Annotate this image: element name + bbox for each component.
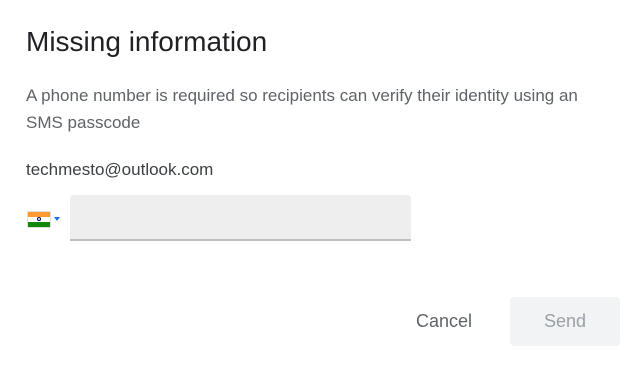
recipient-email: techmesto@outlook.com (26, 160, 214, 179)
india-flag-icon (28, 211, 50, 227)
cancel-button[interactable]: Cancel (396, 297, 492, 345)
ashoka-chakra-icon (37, 217, 41, 221)
send-button[interactable]: Send (510, 297, 620, 346)
dropdown-caret-icon (54, 217, 60, 221)
dialog-title: Missing information (26, 26, 268, 57)
country-code-selector[interactable] (28, 206, 66, 232)
dialog-description: A phone number is required so recipients… (26, 86, 578, 132)
phone-number-input[interactable] (70, 195, 411, 241)
missing-information-dialog: Missing information A phone number is re… (0, 0, 642, 371)
